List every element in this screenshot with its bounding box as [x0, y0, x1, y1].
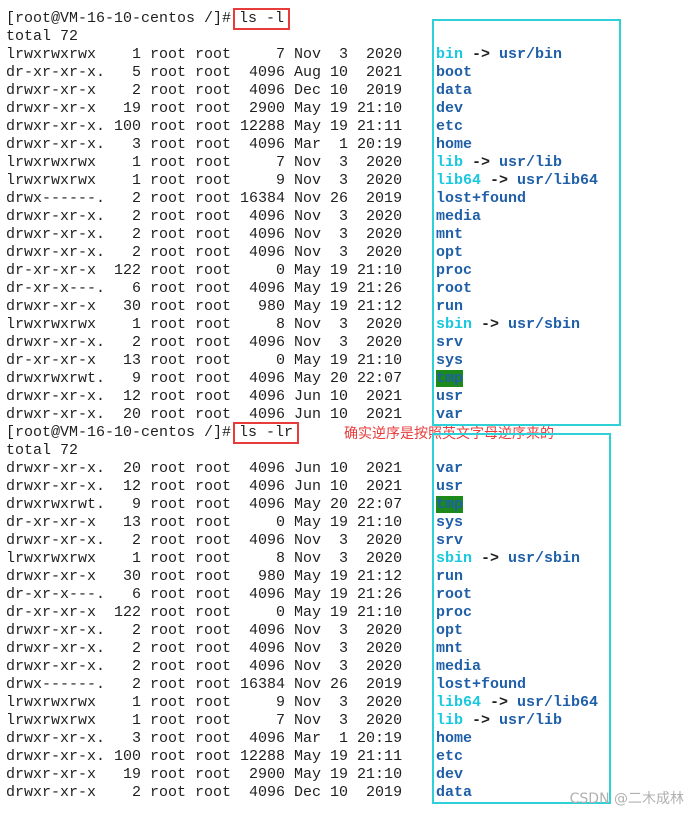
- row-metadata: dr-xr-xr-x. 5 root root 4096 Aug 10 2021: [6, 64, 403, 81]
- row-metadata: lrwxrwxrwx 1 root root 9 Nov 3 2020: [6, 694, 403, 711]
- watermark: CSDN @二木成林: [569, 791, 684, 807]
- command-ls-l: ls -l: [233, 8, 291, 30]
- filename-highlight-box-2: [432, 433, 611, 804]
- row-metadata: drwxr-xr-x 30 root root 980 May 19 21:12: [6, 568, 403, 585]
- row-metadata: drwxr-xr-x 30 root root 980 May 19 21:12: [6, 298, 403, 315]
- row-metadata: drwxr-xr-x. 20 root root 4096 Jun 10 202…: [6, 406, 403, 423]
- row-metadata: dr-xr-xr-x 13 root root 0 May 19 21:10: [6, 352, 403, 369]
- row-metadata: lrwxrwxrwx 1 root root 8 Nov 3 2020: [6, 550, 403, 567]
- row-metadata: drwxr-xr-x. 2 root root 4096 Nov 3 2020: [6, 622, 403, 639]
- row-metadata: drwxr-xr-x. 2 root root 4096 Nov 3 2020: [6, 334, 403, 351]
- shell-prompt: [root@VM-16-10-centos /]#: [6, 10, 232, 27]
- row-metadata: lrwxrwxrwx 1 root root 7 Nov 3 2020: [6, 154, 403, 171]
- row-metadata: drwxr-xr-x. 3 root root 4096 Mar 1 20:19: [6, 730, 403, 747]
- command-ls-lr: ls -lr: [233, 422, 300, 444]
- row-metadata: drwxr-xr-x. 100 root root 12288 May 19 2…: [6, 748, 403, 765]
- row-metadata: drwxr-xr-x. 12 root root 4096 Jun 10 202…: [6, 388, 403, 405]
- row-metadata: drwx------. 2 root root 16384 Nov 26 201…: [6, 190, 403, 207]
- row-metadata: drwxr-xr-x. 100 root root 12288 May 19 2…: [6, 118, 403, 135]
- row-metadata: lrwxrwxrwx 1 root root 7 Nov 3 2020: [6, 712, 403, 729]
- row-metadata: drwx------. 2 root root 16384 Nov 26 201…: [6, 676, 403, 693]
- row-metadata: drwxrwxrwt. 9 root root 4096 May 20 22:0…: [6, 496, 403, 513]
- row-metadata: dr-xr-xr-x 13 root root 0 May 19 21:10: [6, 514, 403, 531]
- row-metadata: lrwxrwxrwx 1 root root 9 Nov 3 2020: [6, 172, 403, 189]
- shell-prompt: [root@VM-16-10-centos /]#: [6, 424, 232, 441]
- row-metadata: drwxr-xr-x. 2 root root 4096 Nov 3 2020: [6, 244, 403, 261]
- row-metadata: drwxr-xr-x. 2 root root 4096 Nov 3 2020: [6, 532, 403, 549]
- row-metadata: drwxr-xr-x 19 root root 2900 May 19 21:1…: [6, 766, 403, 783]
- row-metadata: drwxr-xr-x. 2 root root 4096 Nov 3 2020: [6, 226, 403, 243]
- row-metadata: lrwxrwxrwx 1 root root 8 Nov 3 2020: [6, 316, 403, 333]
- row-metadata: dr-xr-x---. 6 root root 4096 May 19 21:2…: [6, 586, 403, 603]
- row-metadata: drwxr-xr-x. 20 root root 4096 Jun 10 202…: [6, 460, 403, 477]
- row-metadata: drwxr-xr-x. 2 root root 4096 Nov 3 2020: [6, 640, 403, 657]
- row-metadata: lrwxrwxrwx 1 root root 7 Nov 3 2020: [6, 46, 403, 63]
- row-metadata: drwxr-xr-x 19 root root 2900 May 19 21:1…: [6, 100, 403, 117]
- row-metadata: drwxr-xr-x. 12 root root 4096 Jun 10 202…: [6, 478, 403, 495]
- row-metadata: drwxrwxrwt. 9 root root 4096 May 20 22:0…: [6, 370, 403, 387]
- row-metadata: drwxr-xr-x 2 root root 4096 Dec 10 2019: [6, 82, 403, 99]
- filename-highlight-box-1: [432, 19, 621, 426]
- row-metadata: drwxr-xr-x. 2 root root 4096 Nov 3 2020: [6, 208, 403, 225]
- row-metadata: drwxr-xr-x. 3 root root 4096 Mar 1 20:19: [6, 136, 403, 153]
- row-metadata: drwxr-xr-x. 2 root root 4096 Nov 3 2020: [6, 658, 403, 675]
- row-metadata: dr-xr-xr-x 122 root root 0 May 19 21:10: [6, 604, 403, 621]
- row-metadata: drwxr-xr-x 2 root root 4096 Dec 10 2019: [6, 784, 403, 801]
- row-metadata: dr-xr-x---. 6 root root 4096 May 19 21:2…: [6, 280, 403, 297]
- row-metadata: dr-xr-xr-x 122 root root 0 May 19 21:10: [6, 262, 403, 279]
